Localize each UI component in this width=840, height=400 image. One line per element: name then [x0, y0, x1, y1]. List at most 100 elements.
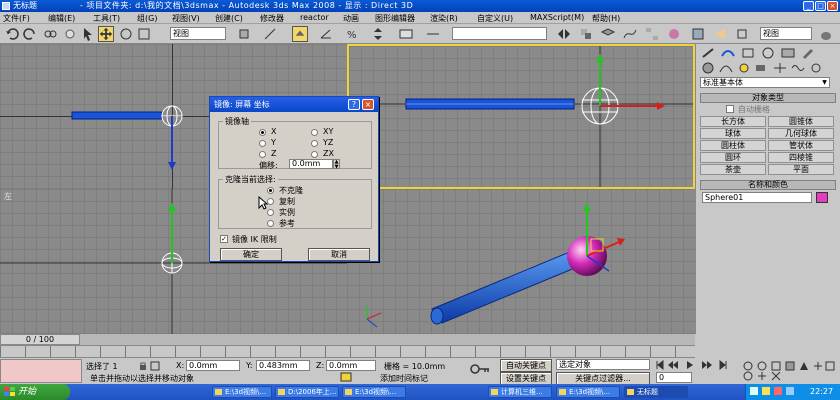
- mirror-icon[interactable]: [556, 26, 572, 42]
- z-coordinate-input[interactable]: 0.0mm: [326, 360, 376, 371]
- help-button[interactable]: ?: [348, 99, 360, 110]
- ok-button[interactable]: 确定: [220, 248, 282, 261]
- schematic-view-icon[interactable]: [644, 26, 660, 42]
- menu-modifiers[interactable]: 修改器: [260, 13, 284, 24]
- axis-z-radio[interactable]: [259, 151, 266, 158]
- maxscript-listener[interactable]: [0, 359, 82, 383]
- unlink-icon[interactable]: [62, 26, 78, 42]
- select-icon[interactable]: [80, 26, 96, 42]
- track-bar[interactable]: [0, 346, 695, 358]
- quick-render-icon[interactable]: [712, 26, 728, 42]
- cameras-icon[interactable]: [754, 62, 770, 74]
- chevron-down-icon[interactable]: ▼: [820, 78, 829, 87]
- volume-icon[interactable]: [762, 387, 770, 395]
- link-icon[interactable]: [42, 26, 58, 42]
- menu-reactor[interactable]: reactor: [300, 13, 329, 22]
- create-tab-icon[interactable]: [700, 46, 716, 60]
- viewport-perspective[interactable]: 透视: [347, 189, 695, 334]
- network-icon[interactable]: [750, 387, 758, 395]
- axis-yz-radio[interactable]: [311, 140, 318, 147]
- copy-radio[interactable]: [267, 198, 274, 205]
- utilities-tab-icon[interactable]: [800, 46, 816, 60]
- hierarchy-tab-icon[interactable]: [740, 46, 756, 60]
- close-button[interactable]: ×: [827, 1, 838, 11]
- taskbar-item-4[interactable]: 计算机三维...: [488, 386, 552, 398]
- menu-edit[interactable]: 编辑(E): [48, 13, 75, 24]
- x-coordinate-input[interactable]: 0.0mm: [186, 360, 240, 371]
- axis-x-radio[interactable]: [259, 129, 266, 136]
- dialog-close-button[interactable]: ×: [362, 99, 374, 110]
- display-tab-icon[interactable]: [780, 46, 796, 60]
- curve-editor-icon[interactable]: [622, 26, 638, 42]
- object-name-input[interactable]: Sphere01: [702, 192, 812, 203]
- menu-maxscript[interactable]: MAXScript(M): [530, 13, 584, 22]
- menu-help[interactable]: 帮助(H): [592, 13, 620, 24]
- percent-snap-icon[interactable]: %: [345, 26, 361, 42]
- no-clone-radio[interactable]: [267, 187, 274, 194]
- snap-icon[interactable]: [292, 26, 308, 42]
- motion-tab-icon[interactable]: [760, 46, 776, 60]
- modify-tab-icon[interactable]: [720, 46, 736, 60]
- teapot-button[interactable]: 茶壶: [700, 164, 766, 175]
- time-slider-track[interactable]: 0 / 100: [0, 334, 695, 346]
- scale-icon[interactable]: [136, 26, 152, 42]
- helpers-icon[interactable]: [772, 62, 788, 74]
- systems-icon[interactable]: [808, 62, 824, 74]
- layer-manager-icon[interactable]: [600, 26, 616, 42]
- cone-button[interactable]: 圆锥体: [768, 116, 834, 127]
- pivot-icon[interactable]: [236, 26, 252, 42]
- menu-group[interactable]: 组(G): [137, 13, 157, 24]
- name-color-rollout[interactable]: 名称和颜色: [700, 180, 836, 190]
- menu-views[interactable]: 视图(V): [172, 13, 200, 24]
- menu-file[interactable]: 文件(F): [3, 13, 30, 24]
- object-type-rollout[interactable]: 对象类型: [700, 93, 836, 103]
- torus-button[interactable]: 圆环: [700, 152, 766, 163]
- instance-radio[interactable]: [267, 209, 274, 216]
- render-scene-icon[interactable]: [690, 26, 706, 42]
- shapes-icon[interactable]: [718, 62, 734, 74]
- taskbar-item-2[interactable]: D:\2006年上...: [275, 386, 339, 398]
- maximize-button[interactable]: □: [815, 1, 826, 11]
- plane-button[interactable]: 平面: [768, 164, 834, 175]
- spinner-snap-icon[interactable]: [370, 26, 386, 42]
- category-select[interactable]: 标准基本体: [700, 77, 830, 88]
- tube-button[interactable]: 管状体: [768, 140, 834, 151]
- lock-icon[interactable]: [138, 361, 148, 371]
- lights-icon[interactable]: [736, 62, 752, 74]
- sphere-button[interactable]: 球体: [700, 128, 766, 139]
- align-icon[interactable]: [578, 26, 594, 42]
- redo-icon[interactable]: [22, 26, 38, 42]
- geosphere-button[interactable]: 几何球体: [768, 128, 834, 139]
- minimize-button[interactable]: _: [803, 1, 814, 11]
- axis-xy-radio[interactable]: [311, 129, 318, 136]
- named-selection-icon[interactable]: [425, 26, 441, 42]
- angle-snap-icon[interactable]: [318, 26, 334, 42]
- viewport-front[interactable]: [347, 44, 695, 189]
- offset-input[interactable]: 0.0mm: [289, 159, 333, 169]
- undo-icon[interactable]: [4, 26, 20, 42]
- autogrid-checkbox[interactable]: [726, 105, 734, 113]
- box-button[interactable]: 长方体: [700, 116, 766, 127]
- axis-zx-radio[interactable]: [311, 151, 318, 158]
- add-time-tag[interactable]: 添加时间标记: [380, 373, 428, 384]
- reference-coordinate-select[interactable]: 视图: [170, 27, 226, 40]
- current-frame-input[interactable]: 0: [656, 372, 692, 383]
- edit-named-selections-icon[interactable]: [398, 26, 414, 42]
- render-type-icon[interactable]: [734, 26, 750, 42]
- time-slider-handle[interactable]: 0 / 100: [0, 334, 80, 345]
- ime-icon[interactable]: [786, 387, 794, 395]
- reference-radio[interactable]: [267, 220, 274, 227]
- material-editor-icon[interactable]: [666, 26, 682, 42]
- render-teapot-icon[interactable]: [818, 26, 834, 42]
- named-selection-sets-select[interactable]: [452, 27, 547, 40]
- absolute-mode-icon[interactable]: [150, 361, 160, 371]
- offset-spinner[interactable]: ▲ ▼: [333, 159, 340, 170]
- menu-rendering[interactable]: 渲染(R): [430, 13, 458, 24]
- taskbar-item-3[interactable]: E:\3d视频\...: [342, 386, 406, 398]
- key-icon[interactable]: [470, 362, 490, 376]
- select-move-icon[interactable]: [98, 26, 114, 42]
- manipulate-icon[interactable]: [262, 26, 278, 42]
- menu-create[interactable]: 创建(C): [215, 13, 243, 24]
- mirror-ik-checkbox[interactable]: ✓: [220, 235, 228, 243]
- auto-key-button[interactable]: 自动关键点: [500, 359, 552, 372]
